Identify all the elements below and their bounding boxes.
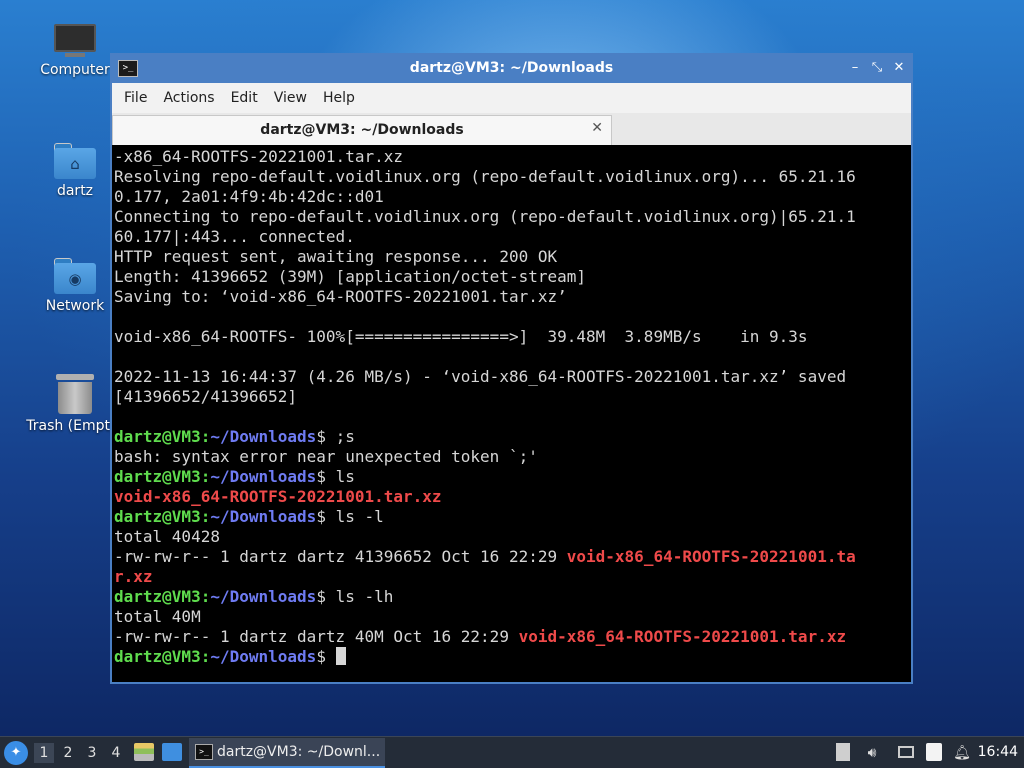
terminal-line: [41396652/41396652] [114,387,298,406]
maximize-button[interactable]: ⤡ [867,58,887,78]
whisker-menu-icon[interactable]: ✦ [4,741,28,765]
active-prompt-line[interactable]: dartz@VM3:~/Downloads$ [114,647,911,667]
prompt-line: dartz@VM3:~/Downloads$ ls [114,467,911,487]
prompt-path: ~/Downloads [210,587,317,606]
network-folder-icon: ◉ [54,258,96,294]
prompt-path: ~/Downloads [210,467,317,486]
archive-file-name-wrap: r.xz [114,567,153,586]
menu-edit[interactable]: Edit [223,90,266,106]
tab-bar: dartz@VM3: ~/Downloads ✕ [112,113,911,146]
prompt-user: dartz@VM3 [114,647,201,666]
file-details: -rw-rw-r-- 1 dartz dartz 41396652 Oct 16… [114,547,567,566]
clipboard-icon[interactable] [836,743,850,761]
ls-output-line: void-x86_64-ROOTFS-20221001.tar.xz [114,487,911,507]
prompt-user: dartz@VM3 [114,507,201,526]
prompt-user: dartz@VM3 [114,427,201,446]
prompt-colon: : [200,427,211,446]
terminal-task-icon: >_ [195,744,213,760]
archive-file-name: void-x86_64-ROOTFS-20221001.ta [566,547,856,566]
tab-downloads[interactable]: dartz@VM3: ~/Downloads ✕ [112,115,612,145]
terminal-line: Length: 41396652 (39M) [application/octe… [114,267,587,286]
terminal-output[interactable]: -x86_64-ROOTFS-20221001.tar.xz Resolving… [112,145,911,682]
prompt-line: dartz@VM3:~/Downloads$ ls -lh [114,587,911,607]
notification-icon[interactable]: 🔔︎ [952,743,972,763]
prompt-colon: : [200,587,211,606]
total-line: total 40M [114,607,201,626]
menu-view[interactable]: View [266,90,315,106]
terminal-line: 0.177, 2a01:4f9:4b:42dc::d01 [114,187,384,206]
menu-help[interactable]: Help [315,90,363,106]
prompt-dollar: $ [316,507,336,526]
taskbar-label: dartz@VM3: ~/Downl... [217,744,381,760]
workspace-4[interactable]: 4 [106,743,126,763]
home-folder-icon: ⌂ [54,143,96,179]
prompt-colon: : [200,647,211,666]
prompt-colon: : [200,467,211,486]
network-icon[interactable] [898,746,914,758]
terminal-line: Connecting to repo-default.voidlinux.org… [114,207,856,226]
prompt-user: dartz@VM3 [114,587,201,606]
command-text: ;s [335,427,355,446]
terminal-line: 2022-11-13 16:44:37 (4.26 MB/s) - ‘void-… [114,367,847,386]
terminal-line: -x86_64-ROOTFS-20221001.tar.xz [114,147,403,166]
terminal-line: Saving to: ‘void-x86_64-ROOTFS-20221001.… [114,287,567,306]
error-line: bash: syntax error near unexpected token… [114,447,538,466]
taskbar-terminal-button[interactable]: >_ dartz@VM3: ~/Downl... [189,738,385,768]
notes-icon[interactable] [926,743,942,761]
workspace-2[interactable]: 2 [58,743,78,763]
prompt-dollar: $ [316,427,336,446]
prompt-path: ~/Downloads [210,647,317,666]
minimize-button[interactable]: – [845,58,865,78]
prompt-line: dartz@VM3:~/Downloads$ ls -l [114,507,911,527]
archive-file-name: void-x86_64-ROOTFS-20221001.tar.xz [114,487,442,506]
volume-icon[interactable]: 🔊︎ [862,743,882,763]
workspace-1[interactable]: 1 [34,743,54,763]
command-text: ls -l [335,507,384,526]
archive-file-name: void-x86_64-ROOTFS-20221001.tar.xz [518,627,847,646]
terminal-line: 60.177|:443... connected. [114,227,355,246]
prompt-colon: : [200,507,211,526]
terminal-line: Resolving repo-default.voidlinux.org (re… [114,167,856,186]
tab-close-button[interactable]: ✕ [591,120,603,136]
file-manager-launcher-icon[interactable] [134,743,154,761]
ls-long-line: -rw-rw-r-- 1 dartz dartz 41396652 Oct 16… [114,547,911,567]
workspace-3[interactable]: 3 [82,743,102,763]
window-title: dartz@VM3: ~/Downloads [409,60,614,76]
terminal-line: HTTP request sent, awaiting response... … [114,247,558,266]
prompt-dollar: $ [316,587,336,606]
trash-icon [56,374,94,414]
terminal-line: void-x86_64-ROOTFS- 100%[===============… [114,327,808,346]
prompt-user: dartz@VM3 [114,467,201,486]
prompt-dollar: $ [316,467,336,486]
command-text: ls [335,467,355,486]
panel-clock[interactable]: 16:44 [978,744,1018,760]
close-button[interactable]: ✕ [889,58,909,78]
total-line: total 40428 [114,527,220,546]
text-cursor [335,647,346,665]
file-details: -rw-rw-r-- 1 dartz dartz 40M Oct 16 22:2… [114,627,519,646]
tab-label: dartz@VM3: ~/Downloads [260,122,464,138]
ls-human-line: -rw-rw-r-- 1 dartz dartz 40M Oct 16 22:2… [114,627,911,647]
terminal-window[interactable]: >_ dartz@VM3: ~/Downloads – ⤡ ✕ File Act… [110,53,913,684]
menu-actions[interactable]: Actions [155,90,222,106]
window-titlebar[interactable]: >_ dartz@VM3: ~/Downloads – ⤡ ✕ [112,55,911,83]
taskbar-panel: ✦ 1 2 3 4 >_ dartz@VM3: ~/Downl... 🔊︎ 🔔︎… [0,736,1024,768]
prompt-path: ~/Downloads [210,427,317,446]
show-desktop-icon[interactable] [162,743,182,761]
menu-file[interactable]: File [116,90,155,106]
prompt-line: dartz@VM3:~/Downloads$ ;s [114,427,911,447]
ls-long-line-wrap: r.xz [114,567,911,587]
command-text: ls -lh [335,587,394,606]
prompt-dollar: $ [316,647,336,666]
prompt-path: ~/Downloads [210,507,317,526]
menu-bar: File Actions Edit View Help [112,83,911,113]
computer-icon [54,24,96,58]
